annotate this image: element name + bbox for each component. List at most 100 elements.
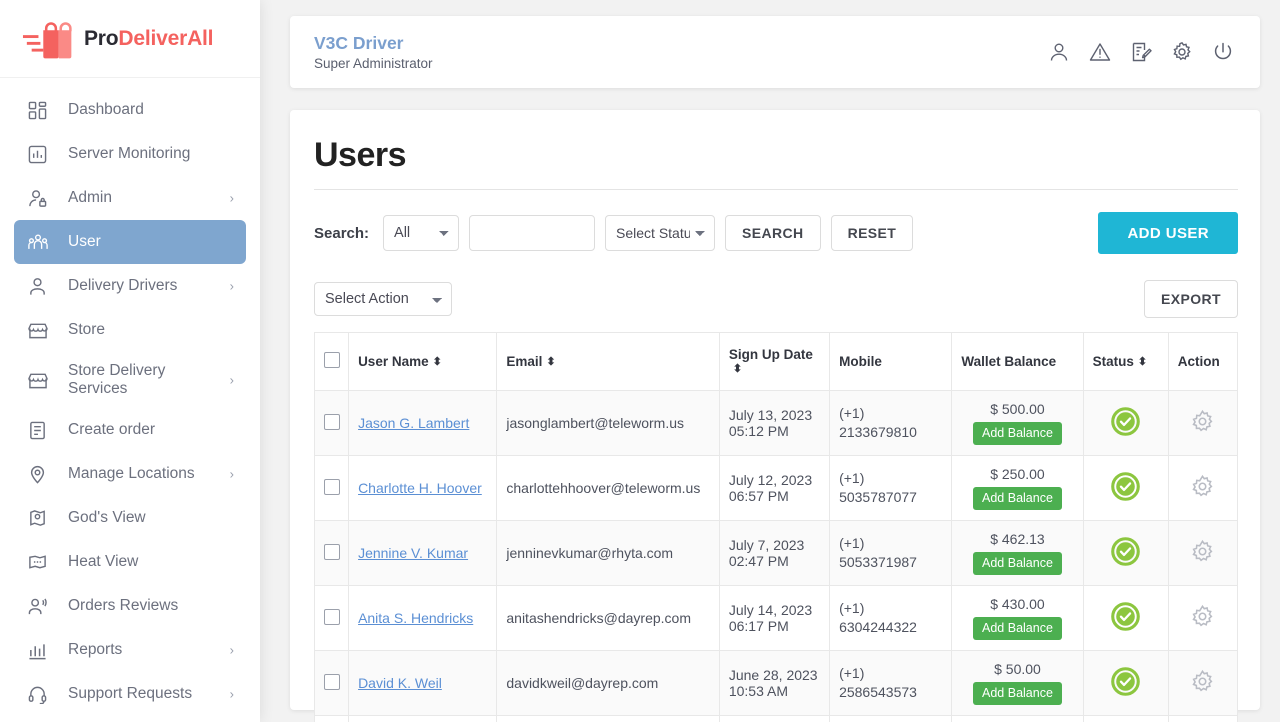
sidebar-item-label: Support Requests (68, 685, 193, 703)
table-row: Jason G. Lambert jasonglambert@teleworm.… (314, 390, 1238, 456)
gear-icon[interactable] (1171, 41, 1193, 63)
status-active-icon[interactable] (1111, 472, 1140, 504)
cell-email: jasonglambert@teleworm.us (496, 390, 720, 456)
cell-mobile: (+1)2586543578 (829, 715, 953, 722)
user-name-link[interactable]: Anita S. Hendricks (358, 610, 473, 626)
sidebar-item-heat-view[interactable]: Heat View (14, 540, 246, 584)
search-scope-select[interactable]: All (383, 215, 460, 251)
cell-mobile: (+1) 5035787077 (829, 455, 953, 521)
row-checkbox[interactable] (324, 543, 340, 560)
row-checkbox[interactable] (324, 673, 340, 690)
reset-button[interactable]: RESET (830, 215, 914, 251)
power-icon[interactable] (1212, 41, 1234, 63)
sidebar-item-support-requests[interactable]: Support Requests › (14, 672, 246, 716)
add-user-button[interactable]: ADD USER (1098, 212, 1238, 254)
col-header-action: Action (1167, 332, 1238, 391)
status-select[interactable]: Select Status (605, 215, 716, 251)
sidebar-item-store[interactable]: Store (14, 308, 246, 352)
row-gear-icon[interactable] (1190, 409, 1215, 437)
row-gear-icon[interactable] (1190, 604, 1215, 632)
col-header-status[interactable]: Status ⬍ (1082, 332, 1169, 391)
user-name-link[interactable]: Jennine V. Kumar (358, 545, 468, 561)
sidebar-item-label: Create order (68, 421, 156, 439)
row-gear-icon[interactable] (1190, 539, 1215, 567)
status-active-icon[interactable] (1111, 537, 1140, 569)
warning-icon[interactable] (1089, 41, 1111, 63)
col-header-email[interactable]: Email ⬍ (496, 332, 720, 391)
sidebar-item-orders-reviews[interactable]: Orders Reviews (14, 584, 246, 628)
search-button[interactable]: SEARCH (725, 215, 821, 251)
chevron-right-icon: › (229, 686, 234, 702)
add-balance-button[interactable]: Add Balance (973, 682, 1062, 705)
sidebar-item-gods-view[interactable]: God's View (14, 496, 246, 540)
chevron-right-icon: › (229, 642, 234, 658)
sidebar-item-store-delivery-services[interactable]: Store Delivery Services › (14, 352, 246, 408)
sidebar-item-dashboard[interactable]: Dashboard (14, 88, 246, 132)
edit-document-icon[interactable] (1130, 41, 1152, 63)
signup-date-text: July 14, 2023 (728, 602, 813, 618)
select-action-dropdown[interactable]: Select Action (314, 282, 452, 316)
sidebar-item-server-monitoring[interactable]: Server Monitoring (14, 132, 246, 176)
sidebar-item-label: Dashboard (68, 101, 144, 119)
cell-action (1167, 390, 1238, 456)
email-text: davidkweil@dayrep.com (506, 675, 659, 691)
cell-user-name: Anita S. Hendricks (348, 585, 498, 651)
signup-time-text: 06:57 PM (728, 488, 789, 504)
sidebar-item-admin[interactable]: Admin › (14, 176, 246, 220)
search-label: Search: (314, 224, 370, 242)
add-balance-button[interactable]: Add Balance (973, 552, 1062, 575)
profile-icon[interactable] (1048, 41, 1070, 63)
select-all-checkbox[interactable] (324, 352, 340, 368)
signup-date-text: July 7, 2023 (728, 537, 805, 553)
table-row: Jennine V. Kumar jenninevkumar@rhyta.com… (314, 520, 1238, 586)
status-active-icon[interactable] (1111, 667, 1140, 699)
row-checkbox[interactable] (324, 478, 340, 495)
brand-logo[interactable]: ProDeliverAll (0, 0, 260, 78)
row-gear-icon[interactable] (1190, 669, 1215, 697)
cell-signup-date: June 28, 2023 12:38 PM (718, 715, 831, 722)
user-name-link[interactable]: Jason G. Lambert (358, 415, 469, 431)
cell-status (1082, 455, 1169, 521)
search-input[interactable] (469, 215, 596, 251)
sidebar-item-delivery-drivers[interactable]: Delivery Drivers › (14, 264, 246, 308)
add-balance-button[interactable]: Add Balance (973, 487, 1062, 510)
chevron-right-icon: › (229, 466, 234, 482)
sidebar-item-create-order[interactable]: Create order (14, 408, 246, 452)
user-name-link[interactable]: Charlotte H. Hoover (358, 480, 482, 496)
cell-mobile: (+1) 5053371987 (829, 520, 953, 586)
sort-icon: ⬍ (1137, 355, 1148, 368)
col-header-user-name[interactable]: User Name ⬍ (348, 332, 498, 391)
sidebar-item-manage-locations[interactable]: Manage Locations › (14, 452, 246, 496)
cell-wallet-balance: $ 500.00 Add Balance (951, 715, 1084, 722)
status-active-icon[interactable] (1111, 602, 1140, 634)
table-row: Kaley R. Hamilton kaleyrhamilton@dayrep.… (314, 715, 1238, 722)
sidebar-item-reports[interactable]: Reports › (14, 628, 246, 672)
cell-email: anitashendricks@dayrep.com (496, 585, 720, 651)
add-balance-button[interactable]: Add Balance (973, 422, 1062, 445)
cell-signup-date: June 28, 2023 10:53 AM (718, 650, 831, 716)
signup-date-text: July 12, 2023 (728, 472, 813, 488)
add-balance-button[interactable]: Add Balance (973, 617, 1062, 640)
user-name-link[interactable]: David K. Weil (358, 675, 442, 691)
sidebar-item-user[interactable]: User (14, 220, 246, 264)
store-icon (28, 369, 54, 391)
export-button[interactable]: EXPORT (1144, 280, 1238, 318)
cell-user-name: Jason G. Lambert (348, 390, 498, 456)
cell-status (1082, 390, 1169, 456)
users-group-icon (28, 231, 54, 253)
row-select-cell (314, 715, 350, 722)
users-card: Users Search: All Select Status SEARCH R… (290, 110, 1260, 722)
app-root: ProDeliverAll Dashboard Server Monitorin… (0, 0, 1280, 722)
col-label: Status (1092, 354, 1134, 369)
sidebar-item-label: Manage Locations (68, 465, 195, 483)
status-active-icon[interactable] (1111, 407, 1140, 439)
col-header-signup-date[interactable]: Sign Up Date⬍ (718, 332, 831, 391)
col-label: Sign Up Date (728, 346, 813, 362)
filters-toolbar: Search: All Select Status SEARCH RESET A… (314, 212, 1238, 254)
cell-mobile: (+1) 2586543573 (829, 650, 953, 716)
row-checkbox[interactable] (324, 608, 340, 625)
filters-left: Search: All Select Status SEARCH RESET (314, 215, 914, 251)
row-gear-icon[interactable] (1190, 474, 1215, 502)
cell-user-name: Charlotte H. Hoover (348, 455, 498, 521)
row-checkbox[interactable] (324, 413, 340, 430)
